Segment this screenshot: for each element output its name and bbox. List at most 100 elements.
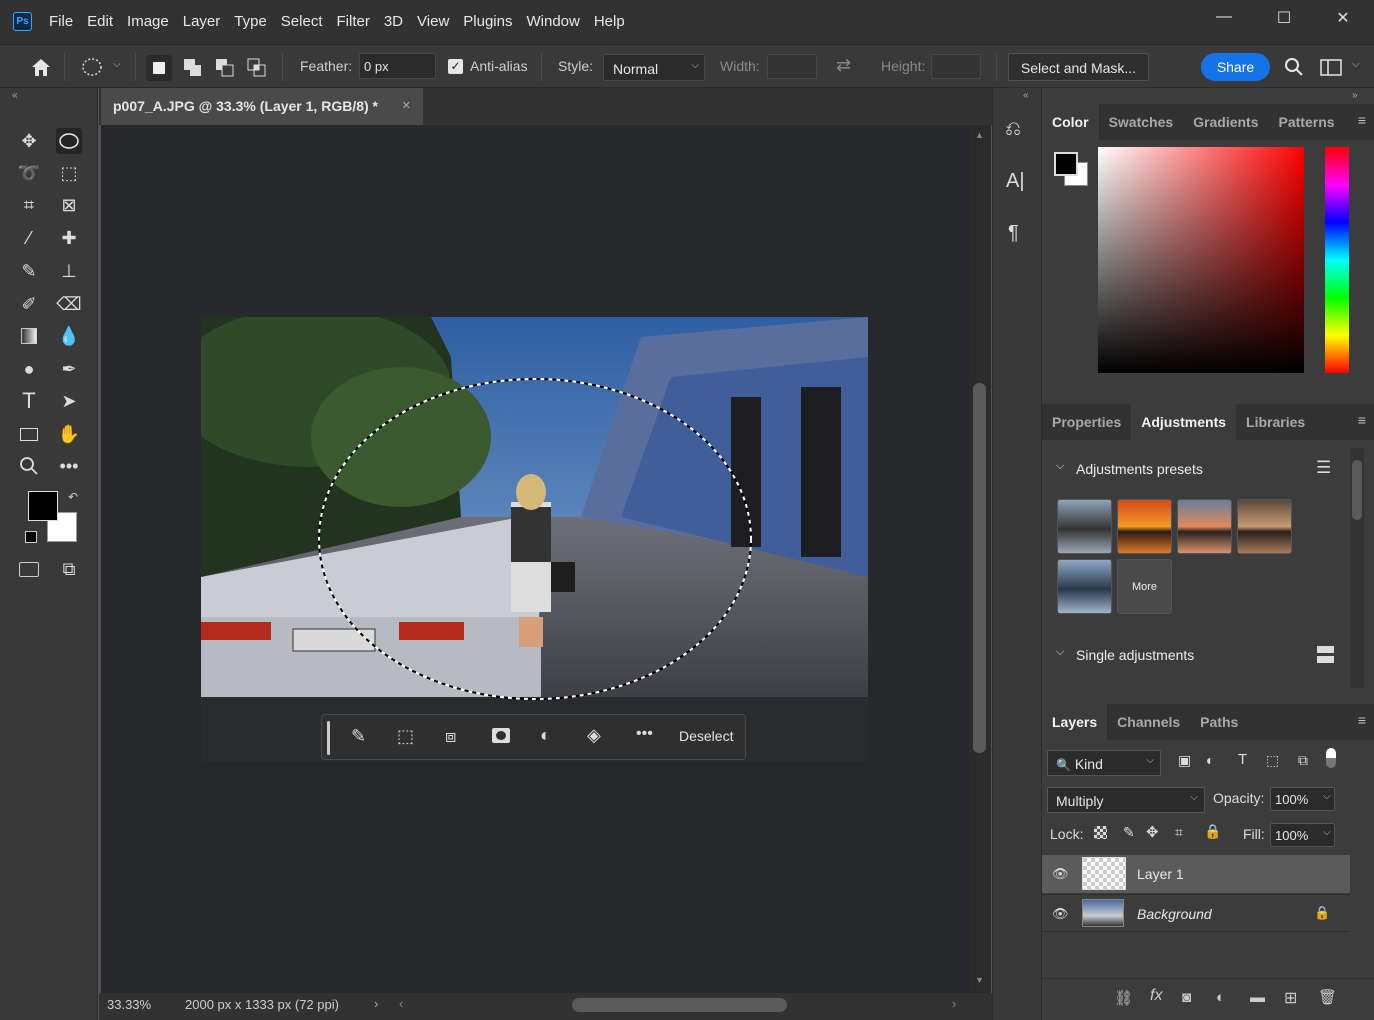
antialias-checkbox[interactable]: ✓ xyxy=(448,59,463,74)
eye-icon[interactable]: 👁 xyxy=(1052,906,1069,922)
subtract-from-selection-icon[interactable] xyxy=(214,57,236,79)
path-selection-tool-icon[interactable]: ➤ xyxy=(56,388,82,414)
preset-thumbnail[interactable] xyxy=(1177,499,1232,554)
menu-layer[interactable]: Layer xyxy=(183,13,221,30)
more-tools-icon[interactable]: ••• xyxy=(56,453,82,479)
frame-tool-icon[interactable]: ⊠ xyxy=(56,192,82,218)
menu-file[interactable]: File xyxy=(49,13,73,30)
lock-artboard-icon[interactable]: ⌗ xyxy=(1175,824,1183,841)
layer-row-background[interactable]: 👁 Background 🔒 xyxy=(1042,894,1350,932)
filter-smart-object-icon[interactable]: ⧉ xyxy=(1298,752,1308,769)
add-to-selection-icon[interactable] xyxy=(182,57,204,79)
vertical-scroll-thumb[interactable] xyxy=(973,383,986,753)
hue-slider[interactable] xyxy=(1325,147,1349,373)
more-options-icon[interactable]: ••• xyxy=(636,725,653,743)
lock-transparent-icon[interactable] xyxy=(1094,826,1107,839)
vertical-scrollbar[interactable]: ▲ ▼ xyxy=(969,125,991,993)
tab-layers[interactable]: Layers xyxy=(1042,704,1108,740)
menu-edit[interactable]: Edit xyxy=(87,13,113,30)
filter-shape-icon[interactable]: ⬚ xyxy=(1266,752,1279,769)
tab-swatches[interactable]: Swatches xyxy=(1099,104,1184,140)
trash-icon[interactable]: 🗑 xyxy=(1318,988,1337,1006)
filter-adjustment-icon[interactable]: ◐ xyxy=(1206,752,1214,768)
zoom-tool-icon[interactable] xyxy=(16,453,42,479)
chevron-down-icon[interactable]: ⌵ xyxy=(1323,791,1331,802)
menu-select[interactable]: Select xyxy=(281,13,323,30)
panel-menu-icon[interactable]: ≡ xyxy=(1358,412,1366,428)
swap-colors-icon[interactable]: ↶ xyxy=(68,490,78,504)
layer-row-layer-1[interactable]: 👁 Layer 1 xyxy=(1042,855,1350,893)
tab-gradients[interactable]: Gradients xyxy=(1183,104,1268,140)
lock-image-icon[interactable]: ✎ xyxy=(1123,824,1135,841)
link-layers-icon[interactable]: ⛓ xyxy=(1114,989,1133,1007)
foreground-color-swatch-top[interactable] xyxy=(28,491,58,521)
style-select[interactable]: Normal ⌵ xyxy=(603,54,705,81)
clone-stamp-tool-icon[interactable]: ⊥ xyxy=(56,258,82,284)
horizontal-scroll-thumb[interactable] xyxy=(572,998,787,1012)
chevron-down-icon[interactable]: ⌵ xyxy=(1056,646,1064,659)
scroll-right-icon[interactable]: › xyxy=(952,996,956,1011)
color-picker-field[interactable] xyxy=(1098,147,1304,373)
dodge-tool-icon[interactable]: ● xyxy=(16,356,42,382)
type-tool-icon[interactable]: T xyxy=(16,388,42,414)
deselect-button[interactable]: Deselect xyxy=(679,728,733,744)
lock-position-icon[interactable]: ✥ xyxy=(1146,823,1159,841)
crop-tool-icon[interactable]: ⌗ xyxy=(16,192,42,218)
chevron-down-icon[interactable]: ⌵ xyxy=(1056,460,1064,473)
menu-image[interactable]: Image xyxy=(127,13,169,30)
layer-kind-filter[interactable]: 🔍 Kind ⌵ xyxy=(1047,750,1161,776)
select-and-mask-button[interactable]: Select and Mask... xyxy=(1008,53,1149,81)
new-group-icon[interactable]: ▬ xyxy=(1250,989,1265,1006)
rectangle-tool-icon[interactable] xyxy=(16,421,42,447)
move-tool-icon[interactable]: ✥ xyxy=(16,128,42,154)
workspace-icon[interactable] xyxy=(1320,59,1342,77)
collapse-icon[interactable]: « xyxy=(12,90,18,101)
tab-properties[interactable]: Properties xyxy=(1042,404,1131,440)
select-subject-icon[interactable]: ✎ xyxy=(351,726,366,747)
menu-type[interactable]: Type xyxy=(234,13,267,30)
list-view-icon[interactable]: ☰ xyxy=(1316,458,1331,478)
new-layer-icon[interactable]: ⊞ xyxy=(1284,988,1297,1008)
chevron-right-icon[interactable]: › xyxy=(374,996,378,1011)
document-image[interactable] xyxy=(201,317,868,762)
blend-mode-select[interactable]: Multiply ⌵ xyxy=(1047,787,1205,813)
tab-patterns[interactable]: Patterns xyxy=(1269,104,1345,140)
tab-color[interactable]: Color xyxy=(1042,104,1099,140)
tab-channels[interactable]: Channels xyxy=(1107,704,1190,740)
collapse-icon[interactable]: « xyxy=(1023,90,1029,101)
width-input[interactable] xyxy=(767,54,817,79)
swap-icon[interactable]: ⇄ xyxy=(836,55,851,76)
eyedropper-tool-icon[interactable]: ⁄ xyxy=(16,225,42,251)
zoom-level[interactable]: 33.33% xyxy=(107,997,151,1012)
new-adjustment-icon[interactable]: ◐ xyxy=(1216,989,1225,1006)
share-button[interactable]: Share xyxy=(1201,53,1270,81)
blur-tool-icon[interactable]: 💧 xyxy=(56,323,82,349)
intersect-selection-icon[interactable] xyxy=(246,57,268,79)
filter-toggle-icon[interactable] xyxy=(1326,748,1336,768)
tab-adjustments[interactable]: Adjustments xyxy=(1131,404,1237,440)
healing-brush-tool-icon[interactable]: ✚ xyxy=(56,225,82,251)
filter-pixel-icon[interactable]: ▣ xyxy=(1178,752,1191,769)
adjustment-layer-icon[interactable]: ◐ xyxy=(540,725,551,746)
filter-type-icon[interactable]: T xyxy=(1238,751,1247,768)
close-tab-icon[interactable]: ✕ xyxy=(402,99,411,112)
preset-thumbnail[interactable] xyxy=(1237,499,1292,554)
menu-view[interactable]: View xyxy=(417,13,449,30)
chevron-down-icon[interactable]: ⌵ xyxy=(1323,827,1331,838)
modify-selection-icon[interactable]: ⬚ xyxy=(397,726,414,747)
close-window-button[interactable]: ✕ xyxy=(1331,8,1355,30)
preset-thumbnail[interactable] xyxy=(1057,559,1112,614)
eraser-tool-icon[interactable]: ⌫ xyxy=(56,291,82,317)
lasso-tool-icon[interactable]: ➰ xyxy=(16,160,42,186)
object-selection-tool-icon[interactable]: ⬚ xyxy=(56,160,82,186)
grid-view-icon[interactable] xyxy=(1317,646,1334,663)
elliptical-marquee-tool-icon[interactable] xyxy=(56,128,82,154)
preset-thumbnail[interactable] xyxy=(1057,499,1112,554)
feather-input[interactable]: 0 px xyxy=(359,53,436,79)
elliptical-marquee-icon[interactable] xyxy=(81,57,103,77)
hand-tool-icon[interactable]: ✋ xyxy=(56,421,82,447)
adjustments-presets-label[interactable]: Adjustments presets xyxy=(1076,461,1203,477)
screen-mode-icon[interactable]: ⧉ xyxy=(56,556,82,582)
character-panel-icon[interactable]: A| xyxy=(1006,170,1025,193)
more-presets-button[interactable]: More xyxy=(1117,559,1172,614)
